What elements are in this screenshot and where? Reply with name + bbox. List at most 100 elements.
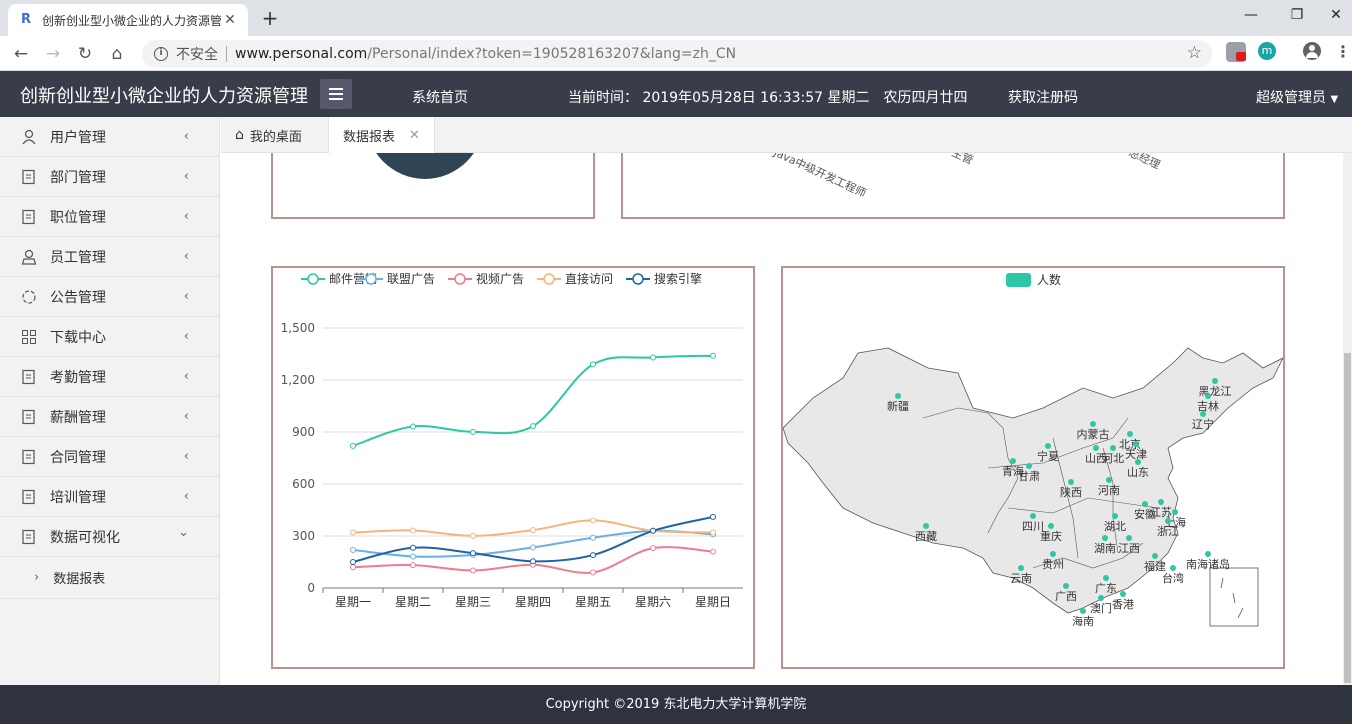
region-marker[interactable] (1158, 499, 1164, 505)
data-point[interactable] (710, 513, 716, 520)
region-marker[interactable] (1045, 443, 1051, 449)
data-point[interactable] (590, 361, 596, 368)
data-point[interactable] (530, 527, 536, 534)
page-scrollbar[interactable] (1343, 153, 1352, 685)
region-marker[interactable] (1142, 501, 1148, 507)
restore-icon[interactable]: ❐ (1274, 0, 1320, 30)
sidebar-item[interactable]: 职位管理 ‹ (0, 197, 219, 237)
region-marker[interactable] (1018, 565, 1024, 571)
region-marker[interactable] (1103, 575, 1109, 581)
extension-m-icon[interactable]: m (1258, 42, 1276, 60)
legend-item[interactable]: 搜索引擎 (626, 271, 702, 286)
region-marker[interactable] (1048, 523, 1054, 529)
data-point[interactable] (710, 548, 716, 555)
region-marker[interactable] (1080, 608, 1086, 614)
line-chart[interactable]: 0 300 600 900 1,200 1,500 星期一 星期二 星期三 星期四 星期五 星期六 星期… (273, 268, 753, 667)
region-marker[interactable] (1200, 411, 1206, 417)
region-marker[interactable] (1030, 513, 1036, 519)
region-marker[interactable] (1063, 583, 1069, 589)
data-point[interactable] (470, 550, 476, 557)
legend-item[interactable]: 联盟广告 (359, 272, 435, 286)
region-marker[interactable] (1093, 445, 1099, 451)
back-icon[interactable]: ← (9, 42, 33, 66)
region-marker[interactable] (1090, 421, 1096, 427)
sidebar-item[interactable]: 部门管理 ‹ (0, 157, 219, 197)
data-point[interactable] (650, 527, 656, 534)
data-point[interactable] (410, 527, 416, 534)
data-point[interactable] (590, 517, 596, 524)
register-code-link[interactable]: 获取注册码 (1008, 87, 1078, 107)
data-point[interactable] (470, 428, 476, 435)
region-marker[interactable] (1110, 445, 1116, 451)
region-marker[interactable] (1098, 595, 1104, 601)
url-field[interactable]: i 不安全 www.personal.com/Personal/index?to… (142, 40, 1212, 68)
data-point[interactable] (590, 534, 596, 541)
profile-avatar-icon[interactable] (1303, 42, 1321, 60)
forward-icon[interactable]: → (41, 42, 65, 66)
region-marker[interactable] (1010, 458, 1016, 464)
bookmark-star-icon[interactable]: ☆ (1187, 43, 1202, 63)
region-marker[interactable] (1170, 565, 1176, 571)
china-map-chart[interactable]: 人数 新疆西藏青海甘肃宁夏内蒙古黑龙江吉林辽宁北京天津河北山西山东陕西 河南四川重… (782, 268, 1284, 667)
region-marker[interactable] (1205, 551, 1211, 557)
region-marker[interactable] (1135, 459, 1141, 465)
region-marker[interactable] (1126, 535, 1132, 541)
data-point[interactable] (410, 562, 416, 569)
sidebar-item[interactable]: 员工管理 ‹ (0, 237, 219, 277)
sidebar-item[interactable]: 数据可视化 ⌄ (0, 517, 219, 557)
data-point[interactable] (590, 552, 596, 559)
data-point[interactable] (650, 545, 656, 552)
close-tab-icon[interactable]: ✕ (409, 128, 420, 143)
data-point[interactable] (710, 352, 716, 359)
sidebar-item[interactable]: 考勤管理 ‹ (0, 357, 219, 397)
home-icon[interactable]: ⌂ (105, 42, 129, 66)
region-marker[interactable] (1102, 535, 1108, 541)
data-point[interactable] (590, 569, 596, 576)
region-marker[interactable] (1106, 477, 1112, 483)
close-window-icon[interactable]: ✕ (1320, 0, 1352, 30)
data-point[interactable] (530, 423, 536, 430)
region-marker[interactable] (1112, 513, 1118, 519)
region-marker[interactable] (1127, 431, 1133, 437)
region-marker[interactable] (923, 523, 929, 529)
reload-icon[interactable]: ↻ (73, 42, 97, 66)
data-point[interactable] (410, 423, 416, 430)
scrollbar-thumb[interactable] (1344, 353, 1351, 683)
region-marker[interactable] (1026, 463, 1032, 469)
extension-icon[interactable] (1226, 42, 1246, 62)
minimize-icon[interactable]: — (1228, 0, 1274, 30)
tab-desktop[interactable]: ⌂ 我的桌面 (221, 117, 316, 153)
region-marker[interactable] (1133, 441, 1139, 447)
menu-toggle-icon[interactable] (320, 79, 352, 109)
region-marker[interactable] (1068, 479, 1074, 485)
data-point[interactable] (410, 544, 416, 551)
new-tab-button[interactable]: + (258, 6, 282, 30)
region-marker[interactable] (1152, 553, 1158, 559)
nav-home-link[interactable]: 系统首页 (412, 87, 468, 107)
series-line[interactable] (352, 529, 714, 558)
data-point[interactable] (350, 442, 356, 449)
region-marker[interactable] (1120, 591, 1126, 597)
sidebar-item[interactable]: 用户管理 ‹ (0, 117, 219, 157)
region-marker[interactable] (1165, 518, 1171, 524)
data-point[interactable] (350, 546, 356, 553)
browser-menu-icon[interactable]: ⋮ (1335, 42, 1351, 61)
region-marker[interactable] (1172, 509, 1178, 515)
region-marker[interactable] (1205, 393, 1211, 399)
user-menu[interactable]: 超级管理员 ▼ (1256, 87, 1338, 107)
data-point[interactable] (710, 529, 716, 536)
data-point[interactable] (650, 354, 656, 361)
data-point[interactable] (410, 553, 416, 560)
region-marker[interactable] (1212, 378, 1218, 384)
sidebar-item[interactable]: 下载中心 ‹ (0, 317, 219, 357)
region-marker[interactable] (1050, 551, 1056, 557)
data-point[interactable] (350, 564, 356, 571)
sidebar-item[interactable]: 公告管理 ‹ (0, 277, 219, 317)
sidebar-item[interactable]: 培训管理 ‹ (0, 477, 219, 517)
legend-item[interactable]: 直接访问 (537, 271, 613, 286)
region-marker[interactable] (895, 393, 901, 399)
close-tab-icon[interactable]: ✕ (222, 12, 238, 28)
sidebar-item[interactable]: 薪酬管理 ‹ (0, 397, 219, 437)
sidebar-item[interactable]: 合同管理 ‹ (0, 437, 219, 477)
browser-tab[interactable]: R 创新创业型小微企业的人力资源管 ✕ (8, 4, 248, 36)
